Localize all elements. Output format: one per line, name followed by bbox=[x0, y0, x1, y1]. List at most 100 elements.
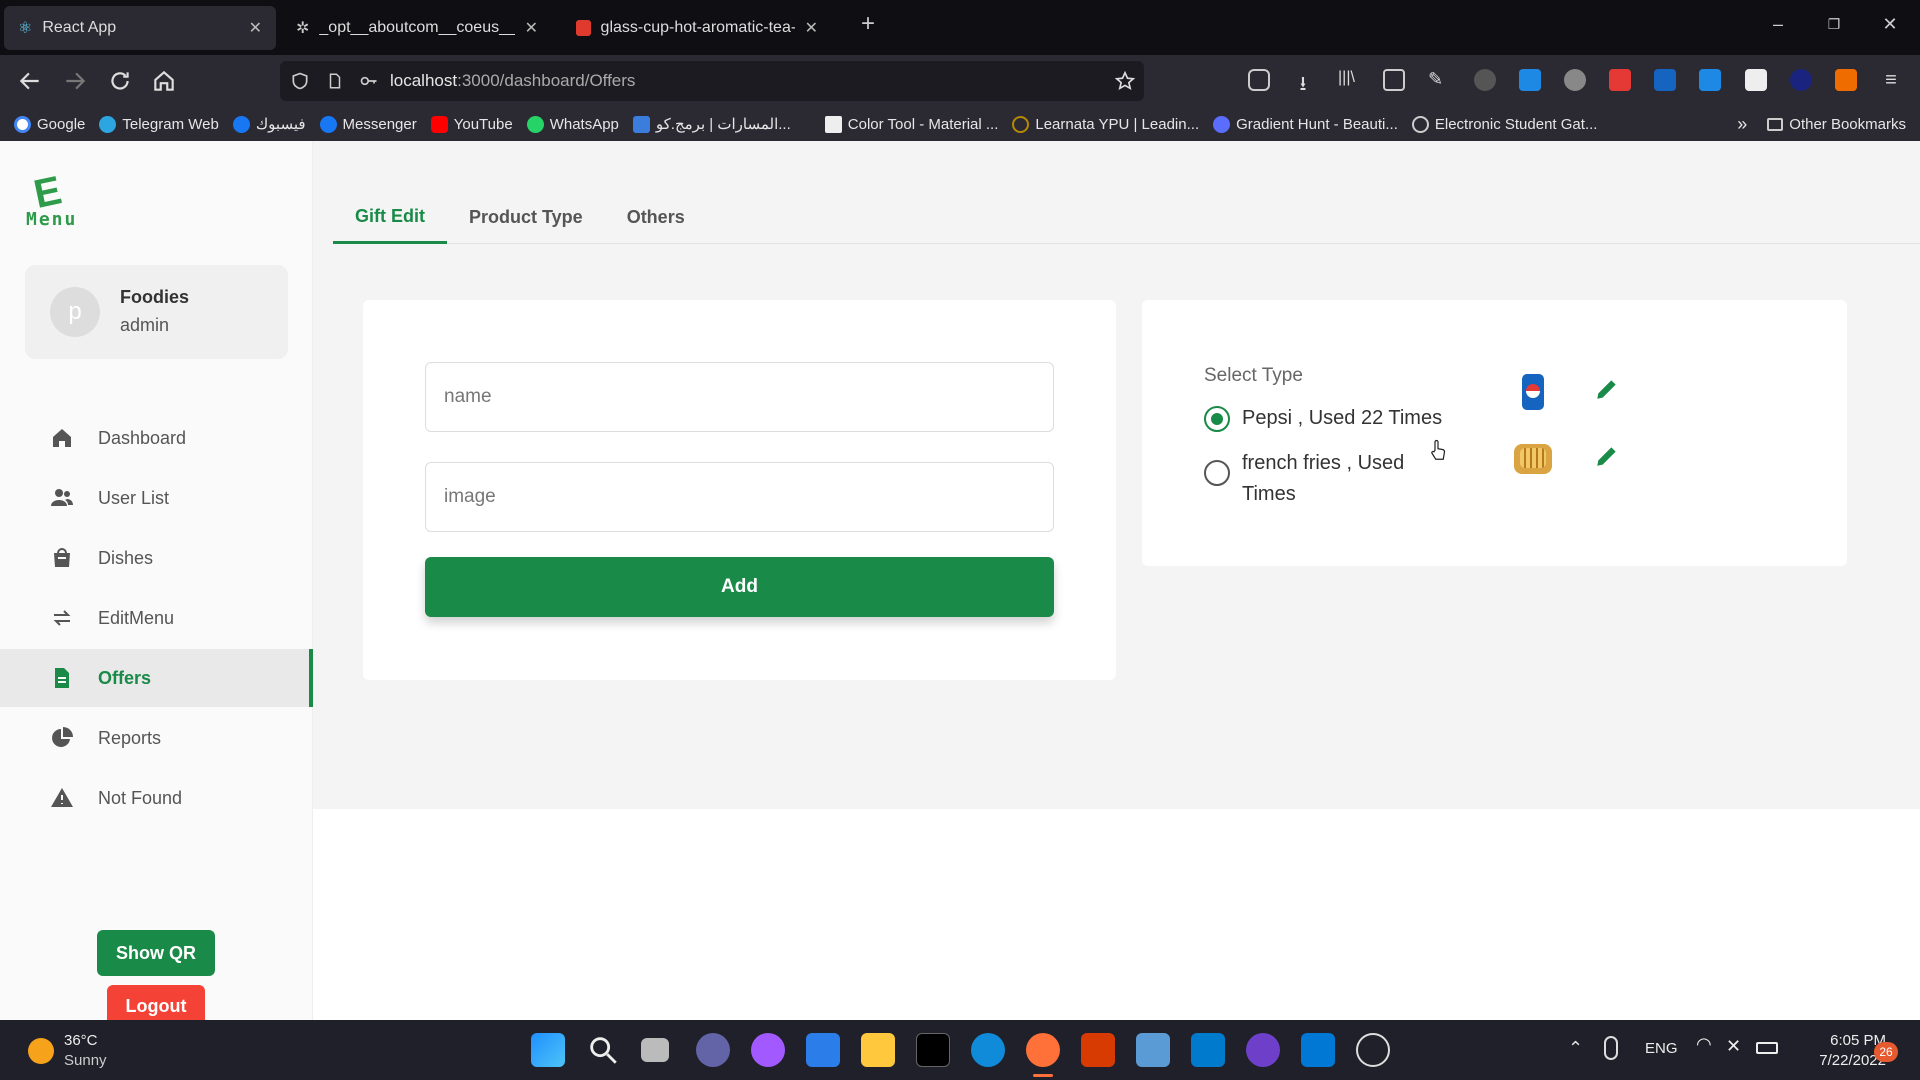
active-app-indicator bbox=[1033, 1074, 1053, 1077]
close-icon[interactable]: ✕ bbox=[249, 18, 262, 38]
task-view-icon[interactable] bbox=[641, 1038, 669, 1062]
vscode-icon[interactable] bbox=[1191, 1033, 1225, 1067]
bookmark-messenger[interactable]: Messenger bbox=[319, 115, 417, 133]
sidebar-toggle-icon[interactable] bbox=[1383, 69, 1405, 91]
home-icon bbox=[50, 426, 74, 450]
file-explorer-icon[interactable] bbox=[861, 1033, 895, 1067]
office-icon[interactable] bbox=[1081, 1033, 1115, 1067]
bookmark-barmej[interactable]: المسارات | برمج.كو... bbox=[632, 115, 791, 133]
radio-french-fries[interactable] bbox=[1204, 460, 1230, 486]
bookmark-learnata[interactable]: Learnata YPU | Leadin... bbox=[1012, 115, 1199, 133]
microphone-icon[interactable] bbox=[1604, 1036, 1618, 1060]
bookmark-color-tool[interactable]: Color Tool - Material ... bbox=[824, 115, 998, 133]
tab-gift-edit[interactable]: Gift Edit bbox=[333, 191, 447, 244]
sidebar-item-reports[interactable]: Reports bbox=[0, 709, 313, 767]
weather-text[interactable]: Sunny bbox=[64, 1052, 107, 1069]
bookmark-whatsapp[interactable]: WhatsApp bbox=[526, 115, 619, 133]
close-icon[interactable]: ✕ bbox=[525, 18, 538, 38]
notification-badge[interactable]: 26 bbox=[1874, 1042, 1898, 1062]
pocket-icon[interactable] bbox=[1248, 69, 1270, 91]
sidebar-item-user-list[interactable]: User List bbox=[0, 469, 313, 527]
browser-tab-react-app[interactable]: ⚛ React App ✕ bbox=[4, 6, 276, 50]
windows-start-icon[interactable] bbox=[531, 1033, 565, 1067]
extension-icon[interactable] bbox=[1835, 69, 1857, 91]
pen-icon[interactable]: ✎ bbox=[1428, 69, 1450, 91]
edit-pencil-icon[interactable] bbox=[1594, 443, 1620, 469]
language-indicator[interactable]: ENG bbox=[1645, 1040, 1678, 1057]
download-icon[interactable]: ⭳ bbox=[1292, 69, 1314, 95]
chevron-double-right-icon[interactable]: » bbox=[1737, 114, 1747, 135]
app-icon[interactable] bbox=[1356, 1033, 1390, 1067]
firefox-icon[interactable] bbox=[1026, 1033, 1060, 1067]
facebook-icon bbox=[319, 115, 337, 133]
sidebar-item-editmenu[interactable]: EditMenu bbox=[0, 589, 313, 647]
app: E Menu p Foodies admin Dashboard User Li… bbox=[0, 141, 1920, 1027]
search-icon[interactable] bbox=[586, 1033, 620, 1067]
extension-icon[interactable] bbox=[1519, 69, 1541, 91]
sidebar-item-dashboard[interactable]: Dashboard bbox=[0, 409, 313, 467]
new-tab-icon[interactable]: + bbox=[858, 12, 878, 36]
extension-icon[interactable] bbox=[1790, 69, 1812, 91]
tab-product-type[interactable]: Product Type bbox=[447, 191, 605, 244]
name-input[interactable]: name bbox=[425, 362, 1054, 432]
extension-icon[interactable] bbox=[1564, 69, 1586, 91]
mail-icon[interactable] bbox=[806, 1033, 840, 1067]
window-close-icon[interactable]: ✕ bbox=[1880, 14, 1900, 34]
gradient-hunt-icon bbox=[1213, 115, 1231, 133]
extension-icon[interactable] bbox=[1609, 69, 1631, 91]
menu-icon[interactable]: ≡ bbox=[1880, 69, 1902, 91]
other-bookmarks[interactable]: Other Bookmarks bbox=[1767, 116, 1906, 133]
minimize-icon[interactable]: – bbox=[1768, 14, 1788, 34]
show-qr-button[interactable]: Show QR bbox=[97, 930, 215, 976]
library-icon[interactable]: |||\ bbox=[1338, 69, 1360, 91]
browser-tab-3[interactable]: glass-cup-hot-aromatic-tea-26 ✕ bbox=[562, 6, 832, 50]
speaker-muted-icon[interactable]: ✕ bbox=[1726, 1036, 1741, 1057]
image-input[interactable]: image bbox=[425, 462, 1054, 532]
app-icon[interactable] bbox=[751, 1033, 785, 1067]
edge-icon[interactable] bbox=[971, 1033, 1005, 1067]
chevron-up-icon[interactable]: ⌃ bbox=[1568, 1038, 1583, 1059]
translate-icon[interactable] bbox=[1699, 69, 1721, 91]
teams-chat-icon[interactable] bbox=[696, 1033, 730, 1067]
bookmark-facebook[interactable]: فيسبوك bbox=[232, 115, 306, 133]
google-icon bbox=[14, 115, 31, 133]
gift-form-card: name image Add bbox=[363, 300, 1116, 680]
restore-icon[interactable]: ❐ bbox=[1824, 14, 1844, 34]
bookmark-youtube[interactable]: YouTube bbox=[430, 115, 513, 133]
forward-icon[interactable] bbox=[62, 68, 88, 94]
sidebar-item-offers[interactable]: Offers bbox=[0, 649, 313, 707]
browser-tab-2[interactable]: ✲ _opt__aboutcom__coeus__reso ✕ bbox=[282, 6, 552, 50]
bookmark-gradient-hunt[interactable]: Gradient Hunt - Beauti... bbox=[1213, 115, 1398, 133]
page-icon bbox=[326, 71, 344, 91]
github-icon[interactable] bbox=[1246, 1033, 1280, 1067]
sidebar-item-dishes[interactable]: Dishes bbox=[0, 529, 313, 587]
extension-icon[interactable] bbox=[1654, 69, 1676, 91]
close-icon[interactable]: ✕ bbox=[805, 18, 818, 38]
weather-temp[interactable]: 36°C bbox=[64, 1032, 98, 1049]
wifi-icon[interactable]: ◠ bbox=[1696, 1034, 1712, 1055]
sidebar-item-not-found[interactable]: Not Found bbox=[0, 769, 313, 827]
radio-pepsi[interactable] bbox=[1204, 406, 1230, 432]
extension-icon[interactable] bbox=[1745, 69, 1767, 91]
globe-icon bbox=[1411, 115, 1429, 133]
home-icon[interactable] bbox=[151, 68, 177, 94]
reload-icon[interactable] bbox=[107, 68, 133, 94]
extension-icon[interactable] bbox=[1474, 69, 1496, 91]
back-icon[interactable] bbox=[17, 68, 43, 94]
bookmark-telegram[interactable]: Telegram Web bbox=[99, 115, 219, 133]
clock-date[interactable]: 7/22/2022 bbox=[1794, 1052, 1886, 1069]
app-icon[interactable] bbox=[1136, 1033, 1170, 1067]
address-bar[interactable]: localhost:3000/dashboard/Offers bbox=[280, 61, 1144, 101]
tab-others[interactable]: Others bbox=[605, 191, 707, 244]
app-icon[interactable] bbox=[1301, 1033, 1335, 1067]
star-icon[interactable] bbox=[1114, 70, 1136, 92]
battery-icon[interactable] bbox=[1756, 1042, 1778, 1054]
edit-pencil-icon[interactable] bbox=[1594, 376, 1620, 402]
bookmark-electronic-student[interactable]: Electronic Student Gat... bbox=[1411, 115, 1597, 133]
clock-time[interactable]: 6:05 PM bbox=[1794, 1032, 1886, 1049]
bookmark-google[interactable]: Google bbox=[14, 115, 85, 133]
add-button[interactable]: Add bbox=[425, 557, 1054, 617]
profile-name: Foodies bbox=[120, 287, 190, 307]
terminal-icon[interactable] bbox=[916, 1033, 950, 1067]
sidebar-item-label: Offers bbox=[98, 667, 152, 688]
